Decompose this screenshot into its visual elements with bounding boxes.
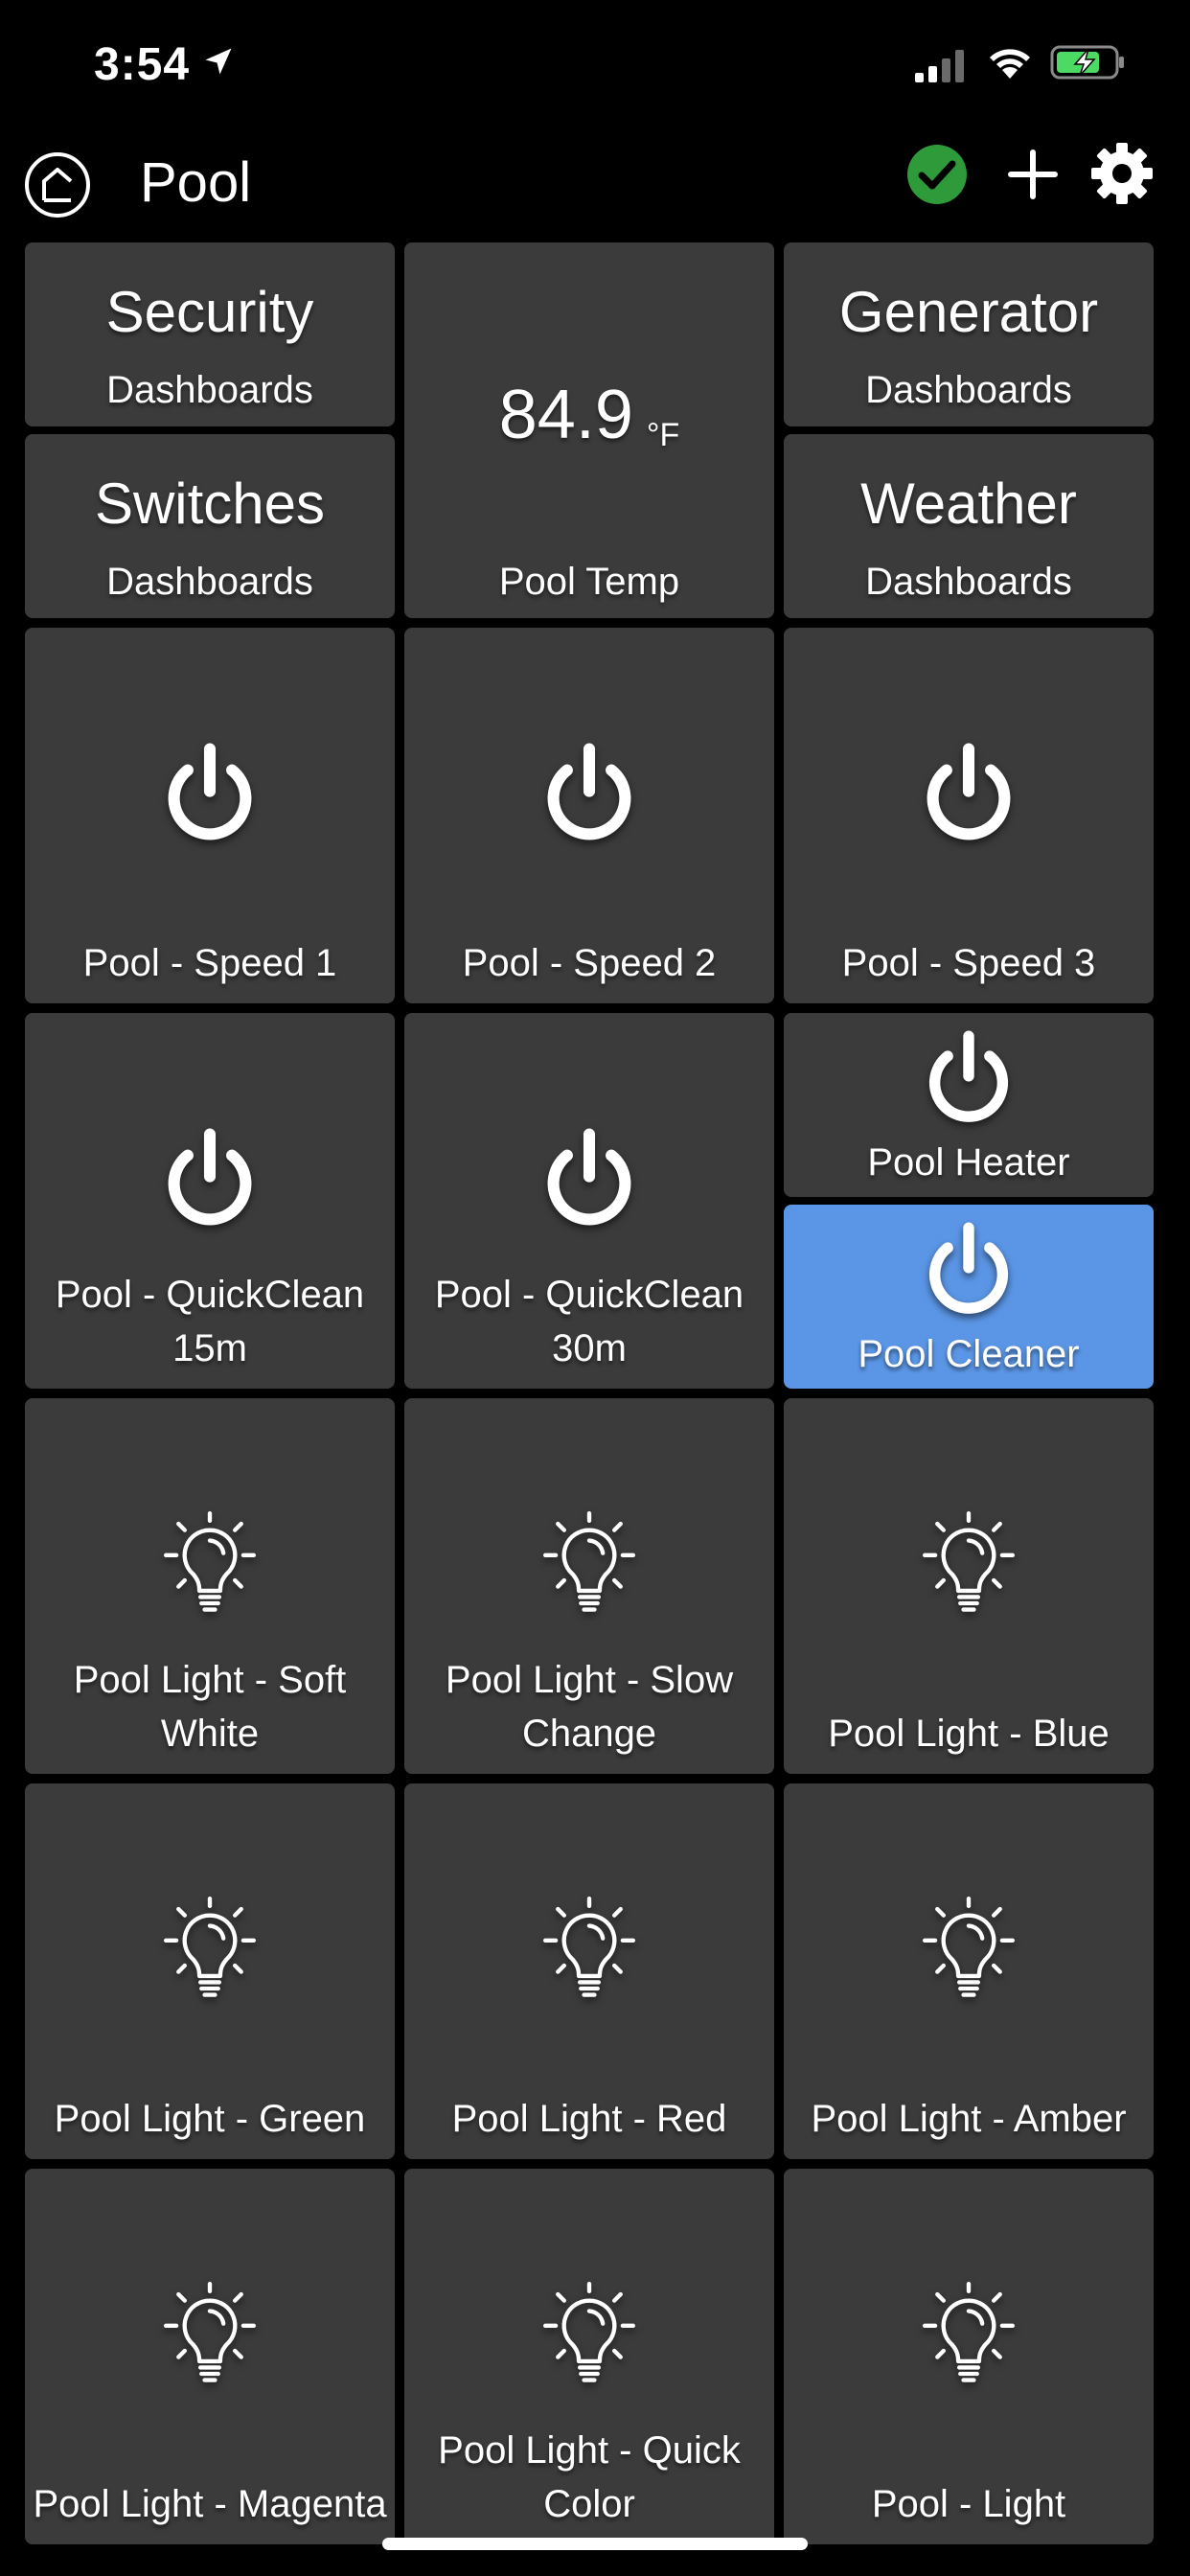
light-tile-magenta[interactable]: Pool Light - Magenta	[25, 2169, 395, 2544]
dashboard-subtitle: Dashboards	[865, 369, 1072, 411]
tile-label: Pool - Speed 1	[82, 942, 337, 984]
tile-label: Pool - Speed 2	[462, 942, 717, 984]
tile-label: Pool Light - Soft White	[73, 1659, 347, 1755]
power-icon	[928, 1222, 1009, 1314]
check-circle-icon[interactable]	[905, 143, 969, 206]
light-tile-pool-light[interactable]: Pool - Light	[784, 2169, 1154, 2544]
temperature-unit: °F	[646, 417, 680, 453]
power-icon	[168, 1128, 252, 1226]
switch-tile-quickclean-15m[interactable]: Pool - QuickClean 15m	[25, 1013, 395, 1389]
dashboard-title: Weather	[860, 472, 1077, 536]
page-title: Pool	[140, 151, 252, 214]
light-tile-blue[interactable]: Pool Light - Blue	[784, 1398, 1154, 1774]
lightbulb-icon	[163, 2282, 256, 2382]
plus-icon[interactable]	[1001, 143, 1064, 206]
power-icon	[928, 1030, 1009, 1122]
lightbulb-icon	[543, 1897, 635, 1997]
power-icon	[168, 743, 252, 840]
tile-label: Pool Light - Magenta	[33, 2483, 387, 2525]
lightbulb-icon	[543, 2282, 635, 2382]
lightbulb-icon	[923, 2282, 1015, 2382]
tile-label: Pool Cleaner	[858, 1333, 1080, 1375]
tile-label: Pool Light - Quick Color	[438, 2429, 741, 2525]
switch-tile-pool-heater[interactable]: Pool Heater	[784, 1013, 1154, 1197]
dashboard-title: Security	[105, 280, 314, 344]
tile-label: Pool Light - Red	[451, 2098, 727, 2140]
light-tile-quick-color[interactable]: Pool Light - Quick Color	[404, 2169, 774, 2544]
battery-charging-icon	[1050, 45, 1124, 80]
security-dashboard-tile[interactable]: Security Dashboards	[25, 242, 395, 426]
switches-dashboard-tile[interactable]: Switches Dashboards	[25, 434, 395, 618]
switch-tile-speed-2[interactable]: Pool - Speed 2	[404, 628, 774, 1003]
tile-label: Pool Light - Green	[54, 2098, 366, 2140]
tile-label: Pool Light - Slow Change	[445, 1659, 734, 1755]
lightbulb-icon	[163, 1511, 256, 1612]
lightbulb-icon	[923, 1511, 1015, 1612]
dashboard-subtitle: Dashboards	[865, 561, 1072, 603]
lightbulb-icon	[163, 1897, 256, 1997]
gear-icon[interactable]	[1087, 139, 1156, 208]
power-icon	[547, 743, 631, 840]
light-tile-amber[interactable]: Pool Light - Amber	[784, 1783, 1154, 2159]
tile-label: Pool Heater	[867, 1141, 1070, 1184]
status-bar: 3:54	[0, 0, 1190, 129]
light-tile-green[interactable]: Pool Light - Green	[25, 1783, 395, 2159]
temperature-label: Pool Temp	[498, 561, 680, 603]
light-tile-red[interactable]: Pool Light - Red	[404, 1783, 774, 2159]
light-tile-soft-white[interactable]: Pool Light - Soft White	[25, 1398, 395, 1774]
weather-dashboard-tile[interactable]: Weather Dashboards	[784, 434, 1154, 618]
switch-tile-speed-3[interactable]: Pool - Speed 3	[784, 628, 1154, 1003]
wifi-icon	[990, 49, 1030, 79]
home-indicator[interactable]	[382, 2538, 808, 2550]
tile-label: Pool Light - Blue	[828, 1713, 1110, 1755]
status-time: 3:54	[94, 39, 191, 90]
switch-tile-pool-cleaner[interactable]: Pool Cleaner	[784, 1205, 1154, 1389]
temperature-reading: 84.9 °F	[404, 377, 774, 473]
tile-label: Pool - QuickClean 30m	[434, 1274, 744, 1369]
dashboard-subtitle: Dashboards	[106, 561, 313, 603]
tile-label: Pool - Light	[871, 2483, 1066, 2525]
home-icon[interactable]	[23, 150, 92, 219]
location-arrow-icon	[205, 48, 232, 75]
dashboard-subtitle: Dashboards	[106, 369, 313, 411]
power-icon	[927, 743, 1011, 840]
signal-icon	[915, 50, 964, 82]
app-header: Pool	[0, 139, 1190, 235]
dashboard-title: Generator	[838, 280, 1099, 344]
generator-dashboard-tile[interactable]: Generator Dashboards	[784, 242, 1154, 426]
tile-label: Pool Light - Amber	[811, 2098, 1127, 2140]
power-icon	[547, 1128, 631, 1226]
light-tile-slow-change[interactable]: Pool Light - Slow Change	[404, 1398, 774, 1774]
switch-tile-speed-1[interactable]: Pool - Speed 1	[25, 628, 395, 1003]
lightbulb-icon	[923, 1897, 1015, 1997]
tile-label: Pool - QuickClean 15m	[55, 1274, 365, 1369]
switch-tile-quickclean-30m[interactable]: Pool - QuickClean 30m	[404, 1013, 774, 1389]
dashboard-title: Switches	[94, 472, 326, 536]
pool-temp-tile[interactable]: 84.9 °F Pool Temp	[404, 242, 774, 618]
tile-label: Pool - Speed 3	[841, 942, 1096, 984]
temperature-value: 84.9	[498, 377, 633, 453]
lightbulb-icon	[543, 1511, 635, 1612]
